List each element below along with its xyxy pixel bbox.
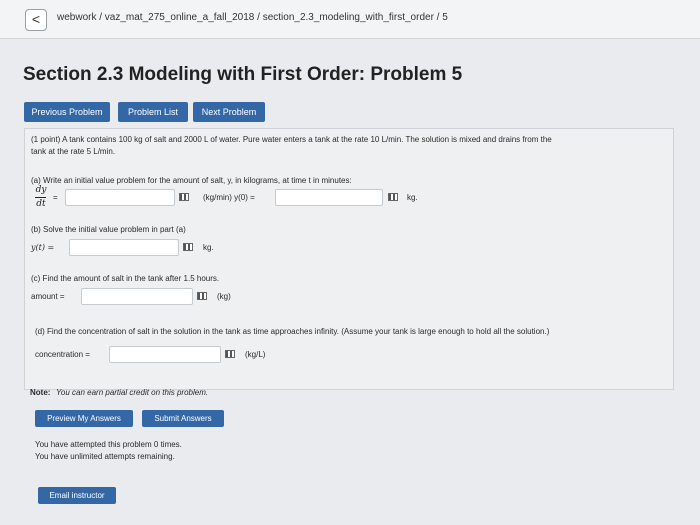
part-a-label: (a) Write an initial value problem for t… [31, 176, 352, 185]
preview-answers-button[interactable]: Preview My Answers [35, 410, 133, 427]
equation-editor-icon[interactable] [183, 243, 193, 251]
part-a-kg-unit: kg. [407, 193, 418, 202]
top-bar: < webwork / vaz_mat_275_online_a_fall_20… [0, 0, 700, 39]
part-c-lhs: amount = [31, 292, 65, 301]
note-label: Note: [30, 388, 51, 397]
equation-editor-icon[interactable] [225, 350, 235, 358]
part-a-rate-input[interactable] [65, 189, 175, 206]
browser-screen: < webwork / vaz_mat_275_online_a_fall_20… [0, 0, 700, 525]
part-d-concentration-input[interactable] [109, 346, 221, 363]
attempts-line2: You have unlimited attempts remaining. [35, 452, 175, 461]
problem-intro-line2: tank at the rate 5 L/min. [31, 147, 116, 156]
attempts-line1: You have attempted this problem 0 times. [35, 440, 182, 449]
next-problem-button[interactable]: Next Problem [193, 102, 265, 122]
fraction-bar [35, 197, 46, 198]
part-b-lhs: y(t) = [31, 243, 55, 252]
part-c-unit: (kg) [217, 292, 231, 301]
breadcrumb: webwork / vaz_mat_275_online_a_fall_2018… [57, 12, 448, 23]
part-d-label: (d) Find the concentration of salt in th… [35, 327, 550, 336]
part-d-lhs: concentration = [35, 350, 90, 359]
problem-list-button[interactable]: Problem List [118, 102, 188, 122]
note-text: You can earn partial credit on this prob… [56, 388, 209, 397]
problem-panel: (1 point) A tank contains 100 kg of salt… [24, 128, 674, 390]
part-b-label: (b) Solve the initial value problem in p… [31, 225, 186, 234]
part-c-amount-input[interactable] [81, 288, 193, 305]
part-a-initial-input[interactable] [275, 189, 383, 206]
equation-editor-icon[interactable] [197, 292, 207, 300]
equation-editor-icon[interactable] [179, 193, 189, 201]
submit-answers-button[interactable]: Submit Answers [142, 410, 224, 427]
previous-problem-button[interactable]: Previous Problem [24, 102, 110, 122]
part-d-unit: (kg/L) [245, 350, 266, 359]
equals-sign: = [53, 193, 58, 202]
equation-editor-icon[interactable] [388, 193, 398, 201]
derivative-denominator: dt [36, 199, 46, 209]
part-b-solution-input[interactable] [69, 239, 179, 256]
problem-intro-line1: (1 point) A tank contains 100 kg of salt… [31, 135, 552, 144]
page-title: Section 2.3 Modeling with First Order: P… [23, 64, 463, 85]
part-b-unit: kg. [203, 243, 214, 252]
part-c-label: (c) Find the amount of salt in the tank … [31, 274, 220, 283]
part-a-unit: (kg/min) y(0) = [203, 193, 255, 202]
email-instructor-button[interactable]: Email instructor [38, 487, 116, 504]
derivative-numerator: dy [35, 185, 47, 195]
back-button[interactable]: < [25, 9, 47, 31]
